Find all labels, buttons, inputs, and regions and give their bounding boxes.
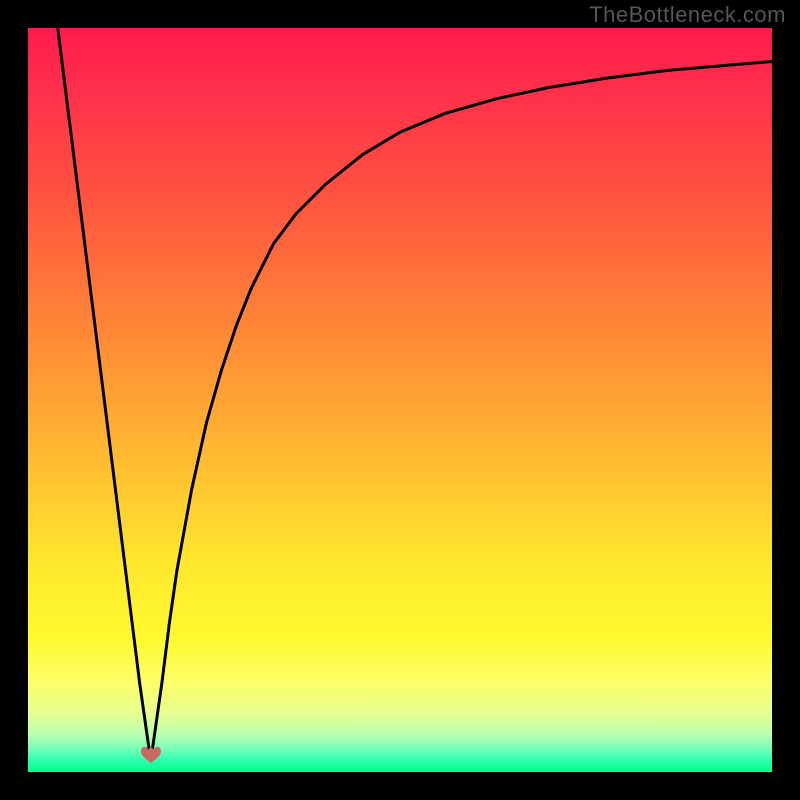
curve-layer [28,28,772,772]
chart-frame: TheBottleneck.com [0,0,800,800]
plot-area [28,28,772,772]
curve-left-branch [58,28,151,761]
curve-right-branch [151,61,772,760]
minimum-marker-heart-icon [138,741,164,765]
watermark-text: TheBottleneck.com [589,2,786,28]
